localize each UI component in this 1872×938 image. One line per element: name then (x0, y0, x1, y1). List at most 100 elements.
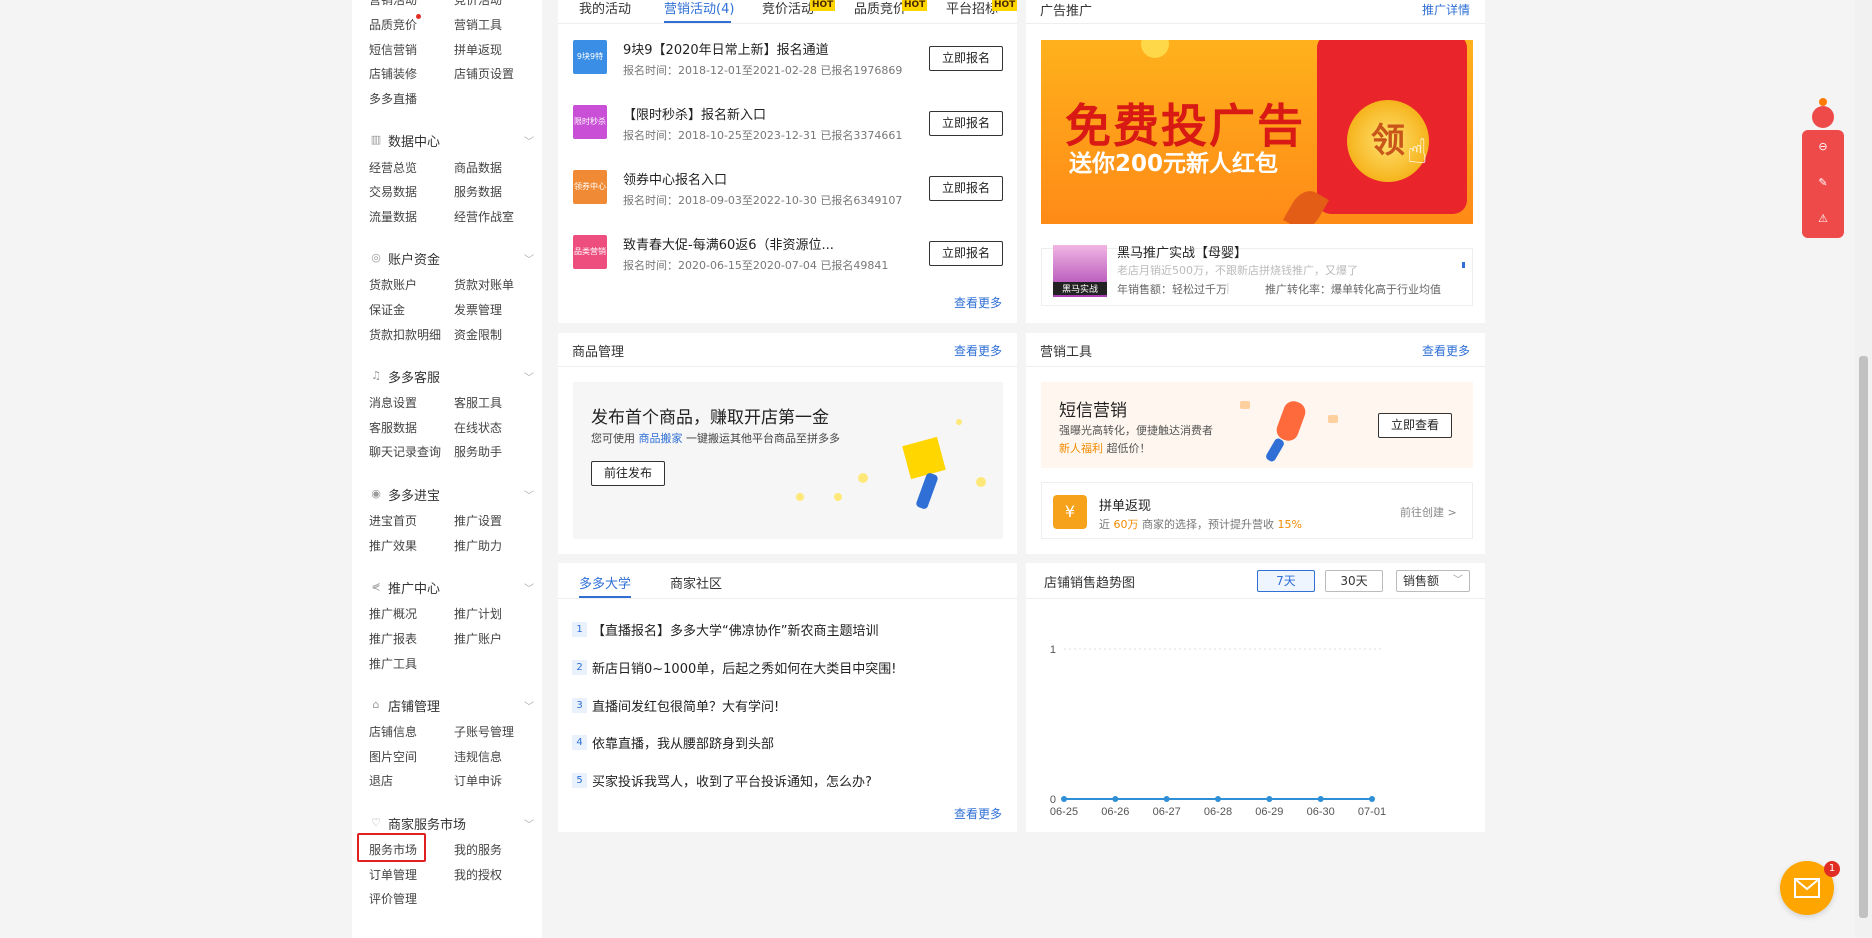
tab-quality-bidding[interactable]: 品质竞价 (854, 0, 906, 17)
go-create-link[interactable]: 前往创建 > (1400, 504, 1457, 520)
article-link[interactable]: 【直播报名】多多大学“佛凉协作”新农商主题培训 (592, 620, 878, 639)
view-now-button[interactable]: 立即查看 (1378, 413, 1452, 438)
edit-icon[interactable]: ✎ (1816, 176, 1830, 190)
ad-detail-link[interactable]: 推广详情 (1422, 1, 1470, 18)
dot-decoration (796, 493, 804, 501)
ad-banner[interactable]: 免费投广告 送你200元新人红包 领 ☝ (1041, 40, 1473, 224)
sidebar-item[interactable]: 推广助力 (454, 538, 502, 554)
share-icon: ⋞ (371, 580, 381, 593)
sidebar-item[interactable]: 客服工具 (454, 395, 502, 411)
sidebar-group-jinbao[interactable]: ◉ 多多进宝 ﹀ (369, 484, 534, 504)
sidebar-item[interactable]: 店铺装修 (369, 66, 417, 82)
promo-title[interactable]: 黑马推广实战【母婴】 (1117, 242, 1247, 261)
warning-icon[interactable]: ⚠ (1816, 212, 1830, 226)
activity-icon: 限时秒杀 (573, 105, 607, 139)
sidebar-item[interactable]: 我的授权 (454, 867, 502, 883)
sidebar-item[interactable]: 订单管理 (369, 867, 417, 883)
rank-number: 5 (572, 773, 587, 788)
sidebar-item[interactable]: 推广设置 (454, 513, 502, 529)
sidebar-group-promotion[interactable]: ⋞ 推广中心 ﹀ (369, 577, 534, 597)
data-point (1061, 796, 1067, 802)
view-more-link[interactable]: 查看更多 (954, 342, 1002, 359)
sidebar-item[interactable]: 服务数据 (454, 184, 502, 200)
view-more-link[interactable]: 查看更多 (954, 294, 1002, 311)
article-link[interactable]: 直播间发红包很简单？大有学问! (592, 696, 779, 715)
sidebar-item[interactable]: 推广账户 (454, 631, 502, 647)
sidebar-item[interactable]: 推广概况 (369, 606, 417, 622)
activity-name[interactable]: 领券中心报名入口 (623, 169, 727, 188)
scrollbar-thumb[interactable] (1859, 356, 1868, 918)
sidebar-item[interactable]: 退店 (369, 773, 393, 789)
sidebar-item[interactable]: 店铺信息 (369, 724, 417, 740)
activity-name[interactable]: 致青春大促-每满60返6（非资源位... (623, 234, 834, 253)
card-title: 商品管理 (572, 345, 625, 360)
sidebar-item[interactable]: 推广工具 (369, 656, 417, 672)
sidebar-item[interactable]: 客服数据 (369, 420, 417, 436)
sidebar-item[interactable]: 评价管理 (369, 891, 417, 907)
article-link[interactable]: 买家投诉我骂人，收到了平台投诉通知，怎么办? (592, 771, 872, 790)
sidebar-item[interactable]: 在线状态 (454, 420, 502, 436)
range-30d-button[interactable]: 30天 (1325, 570, 1383, 592)
article-link[interactable]: 依靠直播，我从腰部跻身到头部 (592, 733, 774, 752)
sidebar-item[interactable]: 货款对账单 (454, 277, 514, 293)
chat-icon[interactable]: ⊖ (1816, 140, 1830, 154)
sidebar-item[interactable]: 经营作战室 (454, 209, 514, 225)
sidebar-item[interactable]: 流量数据 (369, 209, 417, 225)
tab-my-activity[interactable]: 我的活动 (579, 0, 631, 17)
sidebar-item[interactable]: 资金限制 (454, 327, 502, 343)
sidebar-item[interactable]: 货款扣款明细 (369, 327, 441, 343)
carousel-indicator[interactable] (1462, 262, 1465, 268)
tab-community[interactable]: 商家社区 (670, 573, 722, 592)
sidebar-item[interactable]: 货款账户 (369, 277, 417, 293)
range-7d-button[interactable]: 7天 (1257, 570, 1315, 592)
view-more-link[interactable]: 查看更多 (954, 805, 1002, 822)
sidebar-item[interactable]: 消息设置 (369, 395, 417, 411)
sidebar-group-service[interactable]: ♫ 多多客服 ﹀ (369, 366, 534, 386)
sidebar-item[interactable]: 服务助手 (454, 444, 502, 460)
divider (558, 366, 1017, 367)
tab-university[interactable]: 多多大学 (579, 573, 631, 592)
sidebar-item[interactable]: 推广计划 (454, 606, 502, 622)
sidebar-item[interactable]: 短信营销 (369, 42, 417, 58)
sidebar-group-store[interactable]: ⌂ 店铺管理 ﹀ (369, 695, 535, 715)
signup-button[interactable]: 立即报名 (929, 46, 1003, 71)
sidebar-item[interactable]: 推广效果 (369, 538, 417, 554)
article-link[interactable]: 新店日销0~1000单，后起之秀如何在大类目中突围! (592, 658, 896, 677)
sidebar-item[interactable]: 子账号管理 (454, 724, 514, 740)
sidebar-item[interactable]: 聊天记录查询 (369, 444, 441, 460)
sidebar-item[interactable]: 营销工具 (454, 17, 502, 33)
sidebar-item[interactable]: 品质竞价 (369, 17, 417, 33)
tab-platform-bidding[interactable]: 平台招标 (946, 0, 998, 17)
activity-name[interactable]: 【限时秒杀】报名新入口 (623, 104, 766, 123)
mascot-icon[interactable] (1808, 98, 1838, 132)
sidebar-item[interactable]: 发票管理 (454, 302, 502, 318)
sidebar-item[interactable]: 竞价活动 (454, 0, 502, 8)
sidebar-item[interactable]: 违规信息 (454, 749, 502, 765)
sidebar-item[interactable]: 店铺页设置 (454, 66, 514, 82)
sidebar-group-funds[interactable]: ◎ 账户资金 ﹀ (369, 248, 534, 268)
activity-name[interactable]: 9块9【2020年日常上新】报名通道 (623, 39, 829, 58)
tab-bidding[interactable]: 竞价活动 (762, 0, 814, 17)
sidebar-group-market[interactable]: ♡ 商家服务市场 ﹀ (369, 813, 534, 833)
view-more-link[interactable]: 查看更多 (1422, 342, 1470, 359)
sidebar-item[interactable]: 商品数据 (454, 160, 502, 176)
sidebar-item[interactable]: 推广报表 (369, 631, 417, 647)
sidebar-item[interactable]: 多多直播 (369, 91, 417, 107)
sidebar-item[interactable]: 图片空间 (369, 749, 417, 765)
signup-button[interactable]: 立即报名 (929, 176, 1003, 201)
sidebar-item[interactable]: 保证金 (369, 302, 405, 318)
sidebar-item[interactable]: 订单申诉 (454, 773, 502, 789)
tab-marketing-activity[interactable]: 营销活动(4) (664, 0, 734, 17)
signup-button[interactable]: 立即报名 (929, 111, 1003, 136)
sidebar-item[interactable]: 经营总览 (369, 160, 417, 176)
signup-button[interactable]: 立即报名 (929, 241, 1003, 266)
sidebar-item[interactable]: 我的服务 (454, 842, 502, 858)
sidebar-item[interactable]: 拼单返现 (454, 42, 502, 58)
sidebar-group-data[interactable]: ▥ 数据中心 ﹀ (369, 130, 534, 150)
goods-move-link[interactable]: 商品搬家 (639, 432, 683, 445)
sidebar-item[interactable]: 交易数据 (369, 184, 417, 200)
go-publish-button[interactable]: 前往发布 (591, 461, 665, 486)
metric-select[interactable]: 销售额 ﹀ (1396, 570, 1470, 592)
sidebar-item[interactable]: 营销活动 (369, 0, 417, 8)
sidebar-item[interactable]: 进宝首页 (369, 513, 417, 529)
